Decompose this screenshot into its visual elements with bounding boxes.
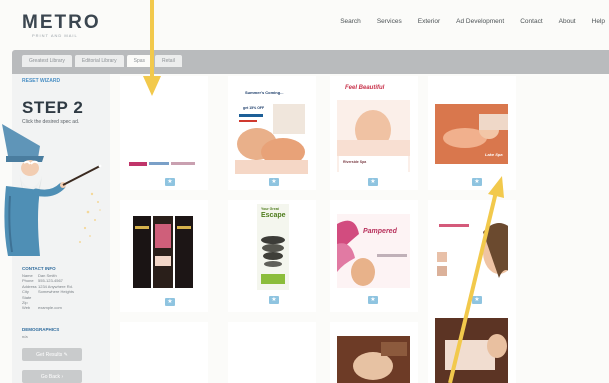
- ad-card[interactable]: Summer's Coming... get 15% OFF ★: [228, 76, 316, 190]
- ad-thumbnail: Feel Beautiful Riverside Spa: [337, 80, 410, 172]
- star-icon[interactable]: ★: [269, 296, 279, 304]
- star-icon[interactable]: ★: [269, 178, 279, 186]
- ad-card[interactable]: [330, 322, 418, 383]
- ad-card[interactable]: [228, 322, 316, 383]
- ad-card[interactable]: Pampered ★: [330, 200, 418, 312]
- ad-thumbnail: [337, 336, 410, 383]
- star-icon[interactable]: ★: [165, 298, 175, 306]
- ad-thumbnail: [235, 376, 308, 382]
- ad-thumbnail: [127, 376, 200, 382]
- ad-thumbnail: Your Great Escape: [235, 204, 308, 290]
- ad-card[interactable]: Your Great Escape ★: [228, 200, 316, 312]
- ad-thumbnail: [127, 156, 200, 166]
- star-icon[interactable]: ★: [368, 178, 378, 186]
- ad-card[interactable]: ★: [120, 200, 208, 312]
- star-icon[interactable]: ★: [368, 296, 378, 304]
- ad-thumbnail: Summer's Coming... get 15% OFF: [235, 82, 308, 174]
- spec-ad-grid: ★ Summer's Coming... get 15% OFF ★ Feel …: [0, 0, 609, 383]
- star-icon[interactable]: ★: [165, 178, 175, 186]
- ad-thumbnail: Lake Spa: [435, 104, 508, 164]
- ad-thumbnail: Pampered: [337, 214, 410, 288]
- ad-thumbnail: [127, 216, 200, 288]
- arrow-icon: [143, 0, 161, 96]
- arrow-icon: [448, 176, 504, 383]
- ad-card[interactable]: Feel Beautiful Riverside Spa ★: [330, 76, 418, 190]
- ad-card[interactable]: [120, 322, 208, 383]
